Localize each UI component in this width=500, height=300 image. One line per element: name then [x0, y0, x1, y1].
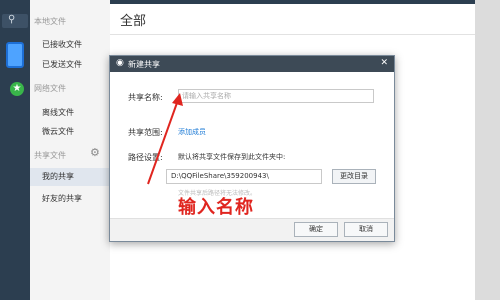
annotation-arrow [147, 93, 183, 185]
annotation-text: 输入名称 [178, 197, 254, 218]
